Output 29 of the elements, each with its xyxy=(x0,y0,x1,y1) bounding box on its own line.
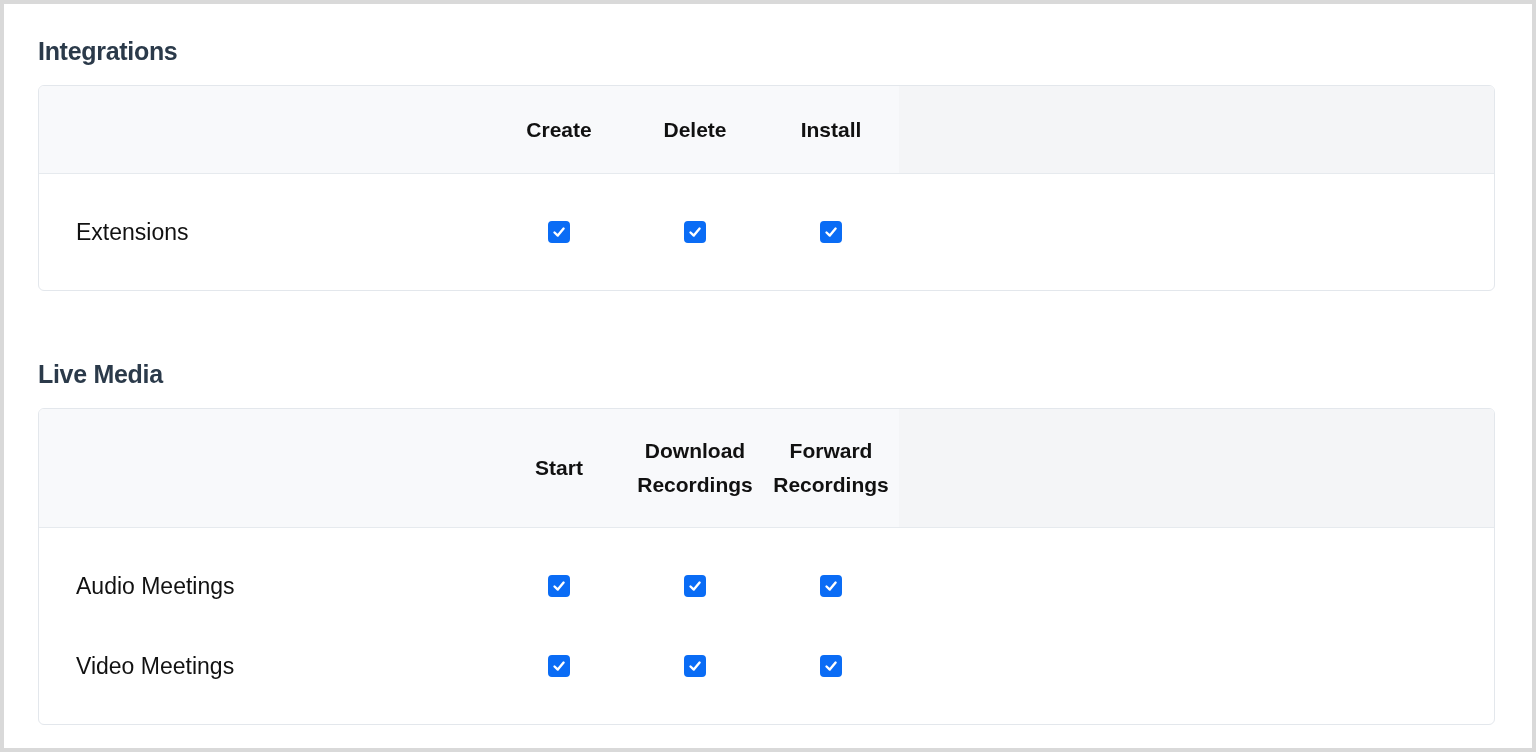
checkbox[interactable] xyxy=(684,221,706,243)
checkmark-icon xyxy=(823,578,839,594)
checkbox[interactable] xyxy=(548,575,570,597)
checkmark-icon xyxy=(687,658,703,674)
checkbox[interactable] xyxy=(548,221,570,243)
section-title: Integrations xyxy=(38,36,179,67)
row-label: Audio Meetings xyxy=(76,572,235,599)
row-label: Extensions xyxy=(76,218,189,245)
row-label: Video Meetings xyxy=(76,652,235,679)
section-title: Live Media xyxy=(38,359,165,390)
checkmark-icon xyxy=(687,578,703,594)
column-header: Delete xyxy=(663,116,727,143)
checkbox[interactable] xyxy=(820,575,842,597)
checkbox[interactable] xyxy=(684,655,706,677)
checkmark-icon xyxy=(551,578,567,594)
checkbox[interactable] xyxy=(820,221,842,243)
column-header: Start xyxy=(535,455,583,481)
checkbox[interactable] xyxy=(820,655,842,677)
checkmark-icon xyxy=(823,658,839,674)
checkbox[interactable] xyxy=(548,655,570,677)
checkmark-icon xyxy=(823,224,839,240)
column-header: Install xyxy=(800,116,862,143)
column-header: Create xyxy=(526,116,592,143)
checkbox[interactable] xyxy=(684,575,706,597)
checkmark-icon xyxy=(687,224,703,240)
column-header: Download Recordings xyxy=(636,438,754,498)
checkmark-icon xyxy=(551,658,567,674)
column-header: Forward Recordings xyxy=(772,438,890,498)
checkmark-icon xyxy=(551,224,567,240)
